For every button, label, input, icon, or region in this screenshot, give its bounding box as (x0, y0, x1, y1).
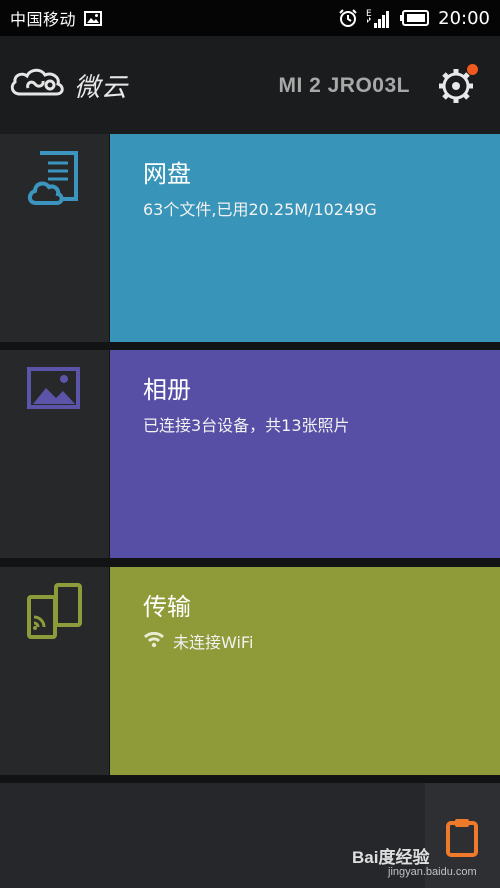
notification-dot (467, 64, 478, 75)
transfer-subtitle: 未连接WiFi (143, 629, 253, 653)
album-subtitle-text: 已连接3台设备，共13张照片 (143, 416, 350, 435)
album-panel: 相册 已连接3台设备，共13张照片 (110, 350, 500, 558)
phone-transfer-icon (26, 583, 84, 643)
app-header: 微云 MI 2 JRO03L (0, 36, 500, 134)
transfer-row[interactable]: 传输 未连接WiFi (0, 567, 500, 775)
cloud-drive-icon-cell (0, 134, 109, 342)
app-logo: 微云 (8, 66, 128, 104)
cloud-document-icon (26, 149, 82, 213)
clock: 20:00 (438, 7, 490, 29)
image-icon (84, 10, 103, 26)
album-icon-cell (0, 350, 109, 558)
album-subtitle: 已连接3台设备，共13张照片 (143, 412, 350, 436)
picture-icon (26, 366, 82, 416)
carrier-label: 中国移动 (10, 10, 77, 29)
album-row[interactable]: 相册 已连接3台设备，共13张照片 (0, 350, 500, 558)
cloud-drive-row[interactable]: 网盘 63个文件,已用20.25M/10249G (0, 134, 500, 342)
transfer-panel: 传输 未连接WiFi (110, 567, 500, 775)
cloud-logo-icon (8, 66, 68, 104)
settings-button[interactable] (438, 64, 478, 104)
album-title: 相册 (143, 376, 191, 404)
watermark: Bai度经验 (352, 848, 430, 867)
cloud-drive-subtitle: 63个文件,已用20.25M/10249G (143, 196, 377, 220)
status-bar: 中国移动 E 20:00 (0, 0, 500, 36)
cloud-drive-title: 网盘 (143, 160, 191, 188)
clipboard-icon (445, 817, 479, 861)
battery-icon (400, 9, 430, 27)
device-name: MI 2 JRO03L (278, 74, 410, 97)
cloud-drive-panel: 网盘 63个文件,已用20.25M/10249G (110, 134, 500, 342)
signal-icon: E (366, 7, 392, 29)
cloud-drive-subtitle-text: 63个文件,已用20.25M/10249G (143, 200, 377, 219)
wifi-icon (143, 630, 165, 652)
watermark-url: jingyan.baidu.com (388, 866, 477, 878)
transfer-icon-cell (0, 567, 109, 775)
transfer-subtitle-text: 未连接WiFi (173, 633, 254, 652)
transfer-title: 传输 (143, 593, 191, 621)
app-name: 微云 (74, 72, 129, 103)
alarm-icon (338, 8, 358, 28)
